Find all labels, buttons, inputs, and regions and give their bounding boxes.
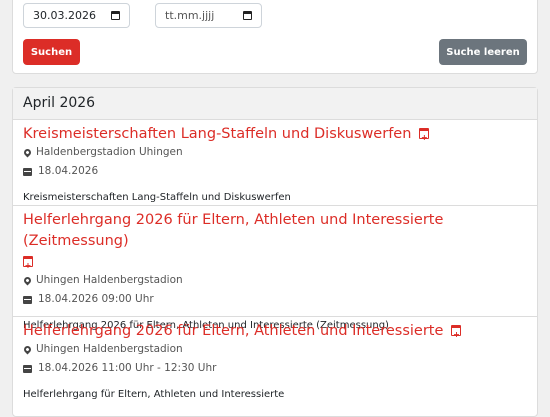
event-title-link[interactable]: Helferlehrgang 2026 für Eltern, Athleten… <box>23 210 527 276</box>
date-from-input[interactable]: 30.03.2026 <box>23 3 130 28</box>
event-description: Kreismeisterschaften Lang-Staffeln und D… <box>23 192 291 203</box>
event-date-text: 18.04.2026 11:00 Uhr - 12:30 Uhr <box>38 362 217 374</box>
event-date-text: 18.04.2026 <box>38 165 99 177</box>
event-date-text: 18.04.2026 09:00 Uhr <box>38 293 154 305</box>
calendar-icon <box>23 364 32 373</box>
map-pin-icon <box>22 275 33 286</box>
event-item: Helferlehrgang 2026 für Eltern, Athleten… <box>13 206 537 331</box>
search-button[interactable]: Suchen <box>23 39 80 65</box>
calendar-icon[interactable] <box>243 11 252 20</box>
event-title[interactable]: Helferlehrgang 2026 für Eltern, Athleten… <box>23 212 443 249</box>
event-title[interactable]: Helferlehrgang 2026 für Eltern, Athleten… <box>23 323 443 339</box>
event-location-text: Uhingen Haldenbergstadion <box>36 274 183 286</box>
event-location: Uhingen Haldenbergstadion <box>22 273 527 288</box>
date-from-value: 30.03.2026 <box>33 9 96 22</box>
event-title-link[interactable]: Helferlehrgang 2026 für Eltern, Athleten… <box>23 321 527 345</box>
filter-card: 30.03.2026 tt.mm.jjjj Suchen Suche leere… <box>12 0 538 74</box>
event-date: 18.04.2026 11:00 Uhr - 12:30 Uhr <box>23 361 527 376</box>
event-location-text: Haldenbergstadion Uhingen <box>36 146 183 158</box>
add-to-calendar-icon[interactable] <box>23 255 33 276</box>
event-location: Uhingen Haldenbergstadion <box>22 342 527 357</box>
event-item: Helferlehrgang 2026 für Eltern, Athleten… <box>13 317 537 402</box>
event-item: Kreismeisterschaften Lang-Staffeln und D… <box>13 120 537 206</box>
add-to-calendar-icon[interactable] <box>419 127 430 148</box>
date-to-input[interactable]: tt.mm.jjjj <box>155 3 262 28</box>
event-date: 18.04.2026 09:00 Uhr <box>23 292 527 307</box>
month-heading: April 2026 <box>13 88 537 120</box>
event-date: 18.04.2026 <box>23 164 527 179</box>
map-pin-icon <box>22 344 33 355</box>
event-title[interactable]: Kreismeisterschaften Lang-Staffeln und D… <box>23 126 411 142</box>
calendar-icon <box>23 167 32 176</box>
map-pin-icon <box>22 147 33 158</box>
calendar-icon[interactable] <box>111 11 120 20</box>
add-to-calendar-icon[interactable] <box>451 324 462 345</box>
event-location-text: Uhingen Haldenbergstadion <box>36 343 183 355</box>
event-title-link[interactable]: Kreismeisterschaften Lang-Staffeln und D… <box>23 124 527 148</box>
event-location: Haldenbergstadion Uhingen <box>22 145 527 160</box>
calendar-icon <box>23 295 32 304</box>
clear-search-button[interactable]: Suche leeren <box>439 39 527 65</box>
event-list: April 2026 Kreismeisterschaften Lang-Sta… <box>12 87 538 417</box>
date-to-placeholder: tt.mm.jjjj <box>165 9 215 22</box>
event-description: Helferlehrgang für Eltern, Athleten und … <box>23 389 285 400</box>
